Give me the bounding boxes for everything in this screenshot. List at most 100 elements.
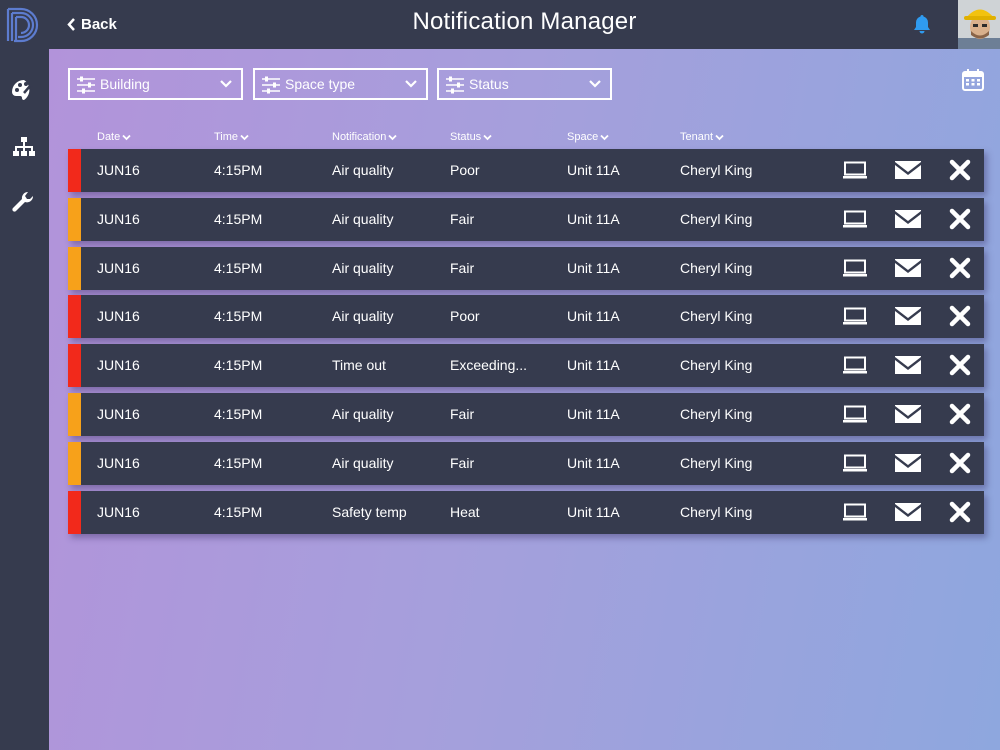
column-header-label: Space (567, 131, 599, 143)
laptop-icon (843, 259, 867, 277)
envelope-icon (895, 258, 921, 277)
laptop-icon (843, 405, 867, 423)
dismiss-button[interactable] (949, 403, 971, 425)
dismiss-button[interactable] (949, 501, 971, 523)
row-date: JUN16 (97, 503, 140, 520)
column-header-space[interactable]: Space (567, 131, 609, 143)
view-on-laptop-button[interactable] (843, 501, 867, 523)
sidebar-item-tools[interactable] (10, 189, 38, 217)
column-header-label: Tenant (680, 131, 714, 143)
severity-indicator (68, 393, 81, 436)
severity-indicator (68, 490, 81, 534)
column-header-status[interactable]: Status (450, 131, 492, 143)
row-space: Unit 11A (567, 454, 620, 471)
send-email-button[interactable] (894, 452, 922, 474)
view-on-laptop-button[interactable] (843, 354, 867, 376)
row-notification: Air quality (332, 406, 394, 422)
row-notification: Safety temp (332, 503, 407, 520)
severity-indicator (68, 149, 81, 192)
send-email-button[interactable] (894, 354, 922, 376)
user-photo (958, 0, 1000, 49)
close-icon (949, 208, 971, 230)
view-on-laptop-button[interactable] (843, 257, 867, 279)
send-email-button[interactable] (894, 257, 922, 279)
row-notification: Air quality (332, 259, 394, 276)
table-row[interactable]: JUN16 4:15PM Air quality Poor Unit 11A C… (68, 295, 984, 339)
chevron-down-icon (122, 134, 131, 140)
row-status: Poor (450, 308, 480, 325)
row-space: Unit 11A (567, 210, 620, 227)
chevron-down-icon (483, 134, 492, 140)
row-time: 4:15PM (214, 308, 263, 325)
table-row[interactable]: JUN16 4:15PM Air quality Fair Unit 11A C… (68, 246, 984, 290)
back-button[interactable]: Back (67, 0, 117, 49)
column-header-label: Notification (332, 131, 387, 143)
logo-icon (6, 7, 39, 43)
table-row[interactable]: JUN16 4:15PM Time out Exceeding... Unit … (68, 344, 984, 388)
sidebar-item-hierarchy[interactable] (10, 133, 38, 161)
row-time: 4:15PM (214, 503, 263, 520)
sliders-icon (262, 76, 280, 94)
row-tenant: Cheryl King (680, 162, 753, 178)
column-header-notification[interactable]: Notification (332, 131, 398, 143)
space-type-filter[interactable]: Space type (253, 68, 428, 100)
dismiss-button[interactable] (949, 354, 971, 376)
table-row[interactable]: JUN16 4:15PM Air quality Poor Unit 11A C… (68, 149, 984, 192)
dismiss-button[interactable] (949, 208, 971, 230)
send-email-button[interactable] (894, 501, 922, 523)
close-icon (949, 257, 971, 278)
envelope-icon (895, 405, 921, 423)
laptop-icon (843, 161, 867, 179)
view-on-laptop-button[interactable] (843, 305, 867, 327)
sidebar (0, 0, 49, 750)
status-filter[interactable]: Status (437, 68, 612, 100)
view-on-laptop-button[interactable] (843, 208, 867, 230)
table-row[interactable]: JUN16 4:15PM Air quality Fair Unit 11A C… (68, 197, 984, 241)
row-space: Unit 11A (567, 308, 620, 325)
close-icon (949, 306, 971, 327)
avatar[interactable] (958, 0, 1000, 49)
row-date: JUN16 (97, 308, 140, 325)
chevron-down-icon (589, 80, 601, 88)
page-title: Notification Manager (412, 8, 637, 35)
row-date: JUN16 (97, 357, 140, 374)
wrench-icon (12, 191, 34, 212)
send-email-button[interactable] (894, 305, 922, 327)
table-row[interactable]: JUN16 4:15PM Safety temp Heat Unit 11A C… (68, 490, 984, 534)
row-status: Fair (450, 454, 475, 471)
view-on-laptop-button[interactable] (843, 403, 867, 425)
sidebar-item-dashboard[interactable] (10, 76, 38, 104)
send-email-button[interactable] (894, 159, 922, 181)
building-filter[interactable]: Building (68, 68, 243, 100)
chevron-down-icon (405, 80, 417, 88)
calendar-icon[interactable] (961, 68, 985, 92)
view-on-laptop-button[interactable] (843, 159, 867, 181)
envelope-icon (895, 502, 921, 521)
column-header-label: Time (214, 131, 239, 143)
chevron-down-icon (240, 134, 249, 140)
row-time: 4:15PM (214, 162, 263, 178)
table-row[interactable]: JUN16 4:15PM Air quality Fair Unit 11A C… (68, 393, 984, 436)
view-on-laptop-button[interactable] (843, 452, 867, 474)
row-space: Unit 11A (567, 162, 620, 178)
sliders-icon (446, 76, 464, 94)
row-time: 4:15PM (214, 357, 263, 374)
column-header-date[interactable]: Date (97, 131, 131, 143)
close-icon (949, 403, 971, 425)
laptop-icon (843, 503, 867, 521)
chevron-down-icon (220, 80, 232, 88)
dismiss-button[interactable] (949, 452, 971, 474)
envelope-icon (895, 209, 921, 228)
table-row[interactable]: JUN16 4:15PM Air quality Fair Unit 11A C… (68, 441, 984, 485)
dismiss-button[interactable] (949, 305, 971, 327)
dismiss-button[interactable] (949, 257, 971, 279)
bell-icon[interactable] (911, 13, 933, 35)
severity-indicator (68, 344, 81, 388)
dismiss-button[interactable] (949, 159, 971, 181)
row-notification: Air quality (332, 454, 394, 471)
sitemap-icon (13, 137, 35, 156)
send-email-button[interactable] (894, 208, 922, 230)
send-email-button[interactable] (894, 403, 922, 425)
column-header-time[interactable]: Time (214, 131, 249, 143)
column-header-tenant[interactable]: Tenant (680, 131, 724, 143)
